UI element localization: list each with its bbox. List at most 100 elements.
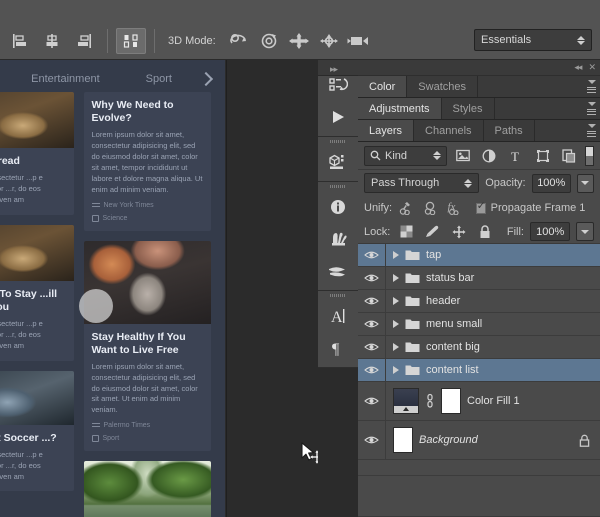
filter-toggle-switch[interactable] (585, 145, 595, 166)
panel-collapse-icon[interactable]: ◂◂ (574, 62, 582, 73)
table-row[interactable]: Color Fill 1 (358, 382, 600, 421)
layer-content[interactable]: header (386, 295, 600, 307)
table-row[interactable]: tap (358, 244, 600, 267)
list-item[interactable]: ...ocracy To Stay ...ill Invade You ...t… (0, 224, 74, 361)
table-row[interactable]: content big (358, 336, 600, 359)
layer-content[interactable]: content big (386, 341, 600, 353)
workspace-select[interactable]: Essentials (474, 29, 592, 51)
blend-mode-stepper-icon[interactable] (464, 178, 473, 188)
chevron-right-icon[interactable] (393, 320, 399, 328)
kind-stepper-icon[interactable] (432, 151, 441, 160)
info-panel-button[interactable] (318, 191, 358, 223)
layer-thumbnail[interactable] (393, 388, 419, 414)
layer-content[interactable]: Background (386, 427, 600, 453)
opacity-dropdown-button[interactable] (576, 173, 594, 193)
table-row[interactable]: status bar (358, 267, 600, 290)
list-item[interactable]: Stay Healthy If You Want to Live Free Lo… (83, 240, 211, 452)
dock-grip[interactable] (318, 137, 358, 146)
chevron-right-icon[interactable] (393, 343, 399, 351)
unify-style-button[interactable]: fx (446, 197, 466, 219)
actions-panel-button[interactable] (318, 101, 358, 133)
lock-position-button[interactable] (449, 221, 469, 243)
layer-content[interactable]: content list (386, 364, 600, 376)
filter-smart-objects-button[interactable] (558, 145, 580, 167)
unify-position-button[interactable] (397, 197, 417, 219)
category-nav[interactable]: Science Entertainment Sport (0, 66, 225, 92)
brush-panel-button[interactable] (318, 223, 358, 255)
layer-visibility-toggle[interactable] (358, 336, 386, 358)
tab-color[interactable]: Color (358, 76, 408, 97)
lock-all-button[interactable] (475, 221, 495, 243)
dock-grip[interactable] (318, 291, 358, 300)
table-row[interactable]: Background (358, 421, 600, 460)
layer-visibility-toggle[interactable] (358, 244, 386, 266)
fill-input[interactable]: 100% (529, 222, 571, 241)
fill-dropdown-button[interactable] (576, 222, 594, 241)
layer-visibility-toggle[interactable] (358, 421, 386, 459)
table-row[interactable]: content list (358, 359, 600, 382)
dock-expand-icon[interactable]: ▸▸ (330, 64, 338, 75)
list-item[interactable]: Why We Need to Evolve? Lorem ipsum dolor… (83, 92, 211, 231)
lock-image-pixels-button[interactable] (422, 221, 442, 243)
align-right-edges-button[interactable] (69, 28, 99, 54)
table-row[interactable]: header (358, 290, 600, 313)
panel-menu-button-adjustments[interactable] (582, 98, 600, 119)
tab-channels[interactable]: Channels (414, 120, 484, 141)
camera-3d-button[interactable] (344, 28, 374, 54)
character-panel-button[interactable]: A (318, 300, 358, 332)
layer-content[interactable]: menu small (386, 318, 600, 330)
list-item[interactable]: ...he Best Soccer ...? ...t amet, consec… (0, 370, 74, 492)
layer-content[interactable]: tap (386, 249, 600, 261)
unify-visibility-button[interactable] (422, 197, 442, 219)
category-entertainment[interactable]: Entertainment (31, 73, 99, 85)
list-item[interactable]: Complete Guide to Fast and Fun Marathon … (83, 461, 211, 517)
layer-filter-kind-select[interactable]: Kind (364, 145, 447, 166)
distribute-horizontal-button[interactable] (116, 28, 146, 54)
layer-visibility-toggle[interactable] (358, 290, 386, 312)
filter-pixel-layers-button[interactable] (452, 145, 474, 167)
roll-3d-object-button[interactable] (254, 28, 284, 54)
panel-menu-button-layers[interactable] (582, 120, 600, 141)
propagate-frame-checkbox[interactable] (475, 201, 486, 214)
tab-styles[interactable]: Styles (441, 98, 495, 119)
list-item[interactable]: ...y to Spread ...t amet, consectetur ..… (0, 92, 74, 215)
layer-visibility-toggle[interactable] (358, 267, 386, 289)
filter-type-layers-button[interactable]: T (505, 145, 527, 167)
layer-visibility-toggle[interactable] (358, 382, 386, 420)
layer-mask-thumbnail[interactable] (441, 388, 461, 414)
blend-mode-select[interactable]: Pass Through (364, 173, 480, 193)
category-sport[interactable]: Sport (146, 73, 172, 85)
rotate-3d-object-button[interactable] (224, 28, 254, 54)
slide-3d-object-button[interactable] (314, 28, 344, 54)
tool-presets-button[interactable] (318, 255, 358, 287)
layer-content[interactable]: status bar (386, 272, 600, 284)
tab-swatches[interactable]: Swatches (407, 76, 478, 97)
document-canvas[interactable]: Science Entertainment Sport ...y to Spre… (0, 60, 318, 517)
layer-content[interactable]: Color Fill 1 (386, 388, 600, 414)
chevron-right-icon[interactable] (393, 366, 399, 374)
filter-adjustment-layers-button[interactable] (479, 145, 501, 167)
opacity-input[interactable]: 100% (531, 173, 571, 193)
dock-grip[interactable] (318, 182, 358, 191)
layer-visibility-toggle[interactable] (358, 313, 386, 335)
3d-panel-button[interactable] (318, 146, 358, 178)
layer-thumbnail[interactable] (393, 427, 413, 453)
chevron-right-icon[interactable] (393, 297, 399, 305)
category-next-arrow-icon[interactable] (198, 71, 214, 87)
workspace-stepper-icon[interactable] (577, 35, 585, 45)
align-horizontal-centers-button[interactable] (37, 28, 67, 54)
chevron-right-icon[interactable] (393, 274, 399, 282)
tab-adjustments[interactable]: Adjustments (358, 98, 442, 119)
lock-transparent-pixels-button[interactable] (396, 221, 416, 243)
align-left-edges-button[interactable] (5, 28, 35, 54)
tab-layers[interactable]: Layers (358, 120, 415, 141)
artboard-mobile-news-app[interactable]: Science Entertainment Sport ...y to Spre… (0, 60, 225, 517)
chevron-right-icon[interactable] (393, 251, 399, 259)
pan-3d-object-button[interactable] (284, 28, 314, 54)
filter-shape-layers-button[interactable] (532, 145, 554, 167)
tab-paths[interactable]: Paths (483, 120, 535, 141)
paragraph-panel-button[interactable]: ¶ (318, 332, 358, 364)
layer-visibility-toggle[interactable] (358, 359, 386, 381)
panel-close-icon[interactable]: ✕ (588, 62, 595, 73)
table-row[interactable]: menu small (358, 313, 600, 336)
